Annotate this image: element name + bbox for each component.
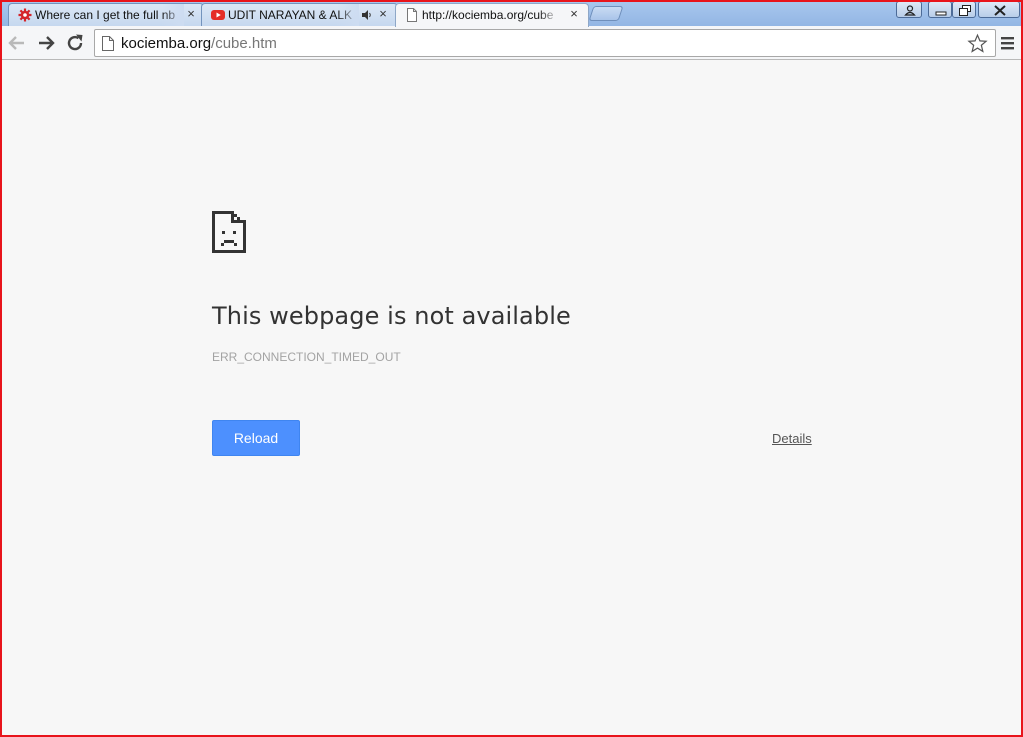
address-bar[interactable]: kociemba.org/cube.htm bbox=[94, 29, 996, 57]
user-button[interactable] bbox=[896, 1, 922, 18]
tab-kociemba[interactable]: http://kociemba.org/cube × bbox=[395, 3, 589, 27]
reload-button[interactable]: Reload bbox=[212, 420, 300, 456]
star-icon[interactable] bbox=[967, 33, 988, 54]
restore-button[interactable] bbox=[952, 1, 976, 18]
title-bar: Where can I get the full nb × UDIT NARAY… bbox=[0, 0, 1023, 27]
user-icon bbox=[904, 5, 916, 16]
tab-udit-narayan[interactable]: UDIT NARAYAN & ALK × bbox=[201, 3, 398, 26]
close-icon bbox=[994, 5, 1006, 16]
close-tab-icon[interactable]: × bbox=[567, 7, 581, 21]
error-page: This webpage is not available ERR_CONNEC… bbox=[0, 61, 1023, 737]
youtube-icon bbox=[211, 10, 225, 20]
error-code: ERR_CONNECTION_TIMED_OUT bbox=[212, 350, 401, 364]
hamburger-menu-icon[interactable] bbox=[1000, 34, 1016, 52]
restore-icon bbox=[959, 5, 971, 16]
close-tab-icon[interactable]: × bbox=[376, 7, 390, 21]
browser-toolbar: kociemba.org/cube.htm bbox=[0, 26, 1023, 60]
sad-page-icon bbox=[212, 211, 246, 253]
page-icon bbox=[102, 36, 114, 51]
refresh-icon[interactable] bbox=[63, 31, 87, 55]
minimize-icon bbox=[935, 11, 947, 16]
minimize-button[interactable] bbox=[928, 1, 952, 18]
page-icon bbox=[407, 8, 417, 22]
tab-title: Where can I get the full nb bbox=[35, 8, 176, 22]
url-text[interactable]: kociemba.org/cube.htm bbox=[121, 35, 277, 52]
error-title: This webpage is not available bbox=[212, 302, 571, 330]
new-tab-button[interactable] bbox=[588, 6, 624, 21]
back-arrow-icon[interactable] bbox=[5, 31, 29, 55]
speaker-icon[interactable] bbox=[361, 9, 373, 21]
close-window-button[interactable] bbox=[978, 1, 1020, 18]
red-gear-icon bbox=[18, 8, 32, 22]
forward-arrow-icon[interactable] bbox=[34, 31, 58, 55]
details-link[interactable]: Details bbox=[772, 431, 812, 446]
close-tab-icon[interactable]: × bbox=[184, 7, 198, 21]
tab-where-can-i-get[interactable]: Where can I get the full nb × bbox=[8, 3, 204, 26]
